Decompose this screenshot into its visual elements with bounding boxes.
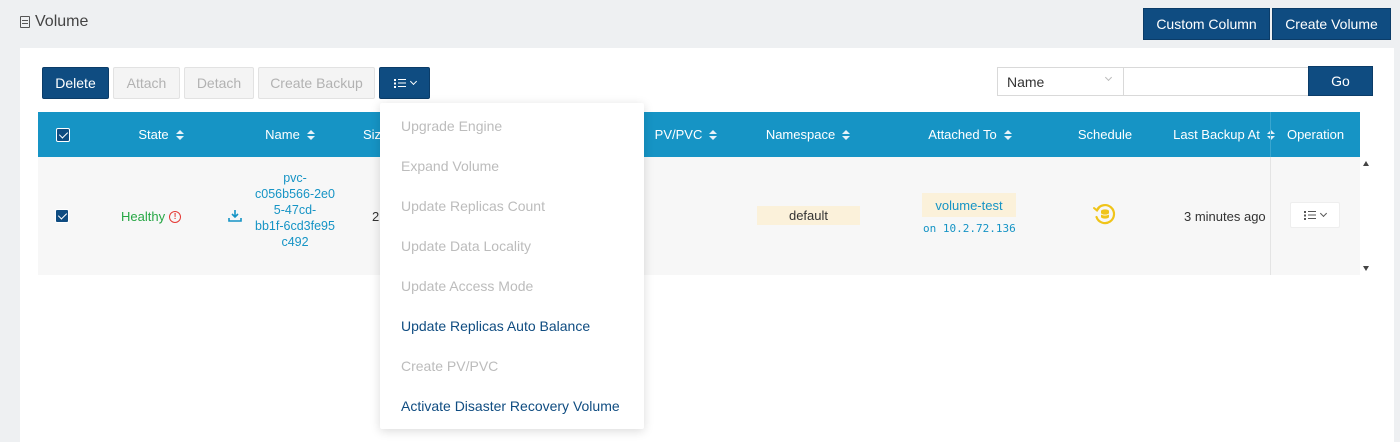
volume-name-line: bb1f-6cd3fe95 [255, 219, 335, 233]
go-button[interactable]: Go [1308, 66, 1373, 96]
bulk-actions-menu-button[interactable] [379, 67, 430, 99]
page-title: Volume [20, 13, 88, 31]
recurring-backup-icon[interactable] [1092, 201, 1118, 227]
create-backup-button[interactable]: Create Backup [258, 67, 375, 99]
column-divider [1270, 112, 1271, 157]
namespace-badge: default [757, 206, 860, 225]
volume-name-line: c056b566-2e0 [255, 187, 335, 201]
column-header-namespace[interactable]: Namespace [758, 112, 858, 157]
last-backup-time: 3 minutes ago [1184, 209, 1266, 224]
search-field-value: Name [1007, 73, 1045, 90]
column-header-size[interactable]: Siz [362, 112, 382, 157]
column-label: Attached To [928, 127, 997, 142]
document-icon [20, 16, 30, 28]
select-all-checkbox[interactable] [55, 112, 71, 157]
search-input[interactable] [1123, 67, 1309, 96]
column-label: Name [265, 127, 300, 142]
chevron-down-icon [1319, 209, 1328, 218]
menu-item-create-pv-pvc[interactable]: Create PV/PVC [401, 356, 498, 376]
list-icon [1304, 210, 1316, 220]
volume-name-link[interactable]: pvc- c056b566-2e0 5-47cd- bb1f-6cd3fe95 … [250, 170, 340, 250]
page-title-text: Volume [35, 13, 89, 30]
menu-item-update-replicas-auto-balance[interactable]: Update Replicas Auto Balance [401, 316, 590, 336]
scroll-up-arrow-icon[interactable] [1363, 161, 1369, 166]
detach-button[interactable]: Detach [184, 67, 254, 99]
list-icon [393, 78, 406, 88]
row-operation-button[interactable] [1290, 202, 1340, 228]
menu-item-activate-dr-volume[interactable]: Activate Disaster Recovery Volume [401, 396, 620, 416]
volume-size: 2 [372, 209, 380, 224]
scroll-down-arrow-icon[interactable] [1363, 266, 1369, 271]
menu-item-expand-volume[interactable]: Expand Volume [401, 156, 499, 176]
sort-icon [709, 129, 718, 140]
menu-item-update-data-locality[interactable]: Update Data Locality [401, 236, 531, 256]
bulk-actions-dropdown: Upgrade Engine Expand Volume Update Repl… [380, 103, 644, 429]
attached-to-link[interactable]: volume-test [922, 193, 1016, 217]
column-header-state[interactable]: State [116, 112, 206, 157]
column-label: Last Backup At [1173, 127, 1260, 142]
column-label: Namespace [765, 127, 836, 142]
menu-item-update-access-mode[interactable]: Update Access Mode [401, 276, 533, 296]
attach-button[interactable]: Attach [113, 67, 180, 99]
search-field-select[interactable]: Name [997, 67, 1124, 96]
column-header-pv-pvc[interactable]: PV/PVC [650, 112, 722, 157]
delete-button[interactable]: Delete [42, 67, 109, 99]
attached-node: on 10.2.72.136 [923, 222, 1016, 235]
column-header-attached-to[interactable]: Attached To [920, 112, 1020, 157]
sort-icon [1003, 129, 1012, 140]
state-text: Healthy [121, 209, 166, 224]
chevron-down-icon [409, 77, 417, 86]
column-divider [1270, 157, 1271, 275]
status-badge: Healthy ! [121, 209, 182, 224]
column-header-schedule: Schedule [1073, 112, 1137, 157]
column-label: State [138, 127, 169, 142]
table-header: State Name Siz PV/PVC Namespace Attached… [38, 112, 1360, 157]
column-header-last-backup[interactable]: Last Backup At [1172, 112, 1276, 157]
column-label: Siz [362, 127, 382, 142]
column-label: Operation [1286, 127, 1345, 142]
create-volume-button[interactable]: Create Volume [1272, 8, 1391, 40]
volume-name-line: pvc- [283, 171, 307, 185]
row-checkbox[interactable] [55, 209, 69, 223]
menu-item-update-replicas-count[interactable]: Update Replicas Count [401, 196, 545, 216]
column-header-operation: Operation [1278, 112, 1353, 157]
column-header-name[interactable]: Name [244, 112, 336, 157]
custom-column-button[interactable]: Custom Column [1143, 8, 1270, 40]
table-row[interactable]: Healthy ! pvc- c056b566-2e0 5-47cd- bb1f… [38, 157, 1360, 275]
sort-icon [306, 129, 315, 140]
column-label: Schedule [1077, 127, 1133, 142]
column-label: PV/PVC [654, 127, 703, 142]
sort-icon [842, 129, 851, 140]
row-scrollbar[interactable] [1361, 157, 1373, 275]
info-icon[interactable]: ! [169, 210, 182, 223]
checkbox-checked-icon [56, 127, 70, 142]
volume-attached-icon [228, 210, 242, 222]
volume-name-line: c492 [281, 235, 309, 249]
volume-name-line: 5-47cd- [273, 203, 317, 217]
sort-icon [175, 129, 184, 140]
page-header: Volume Custom Column Create Volume [0, 0, 1400, 46]
chevron-down-icon [1104, 73, 1113, 82]
menu-item-upgrade-engine[interactable]: Upgrade Engine [401, 116, 502, 136]
